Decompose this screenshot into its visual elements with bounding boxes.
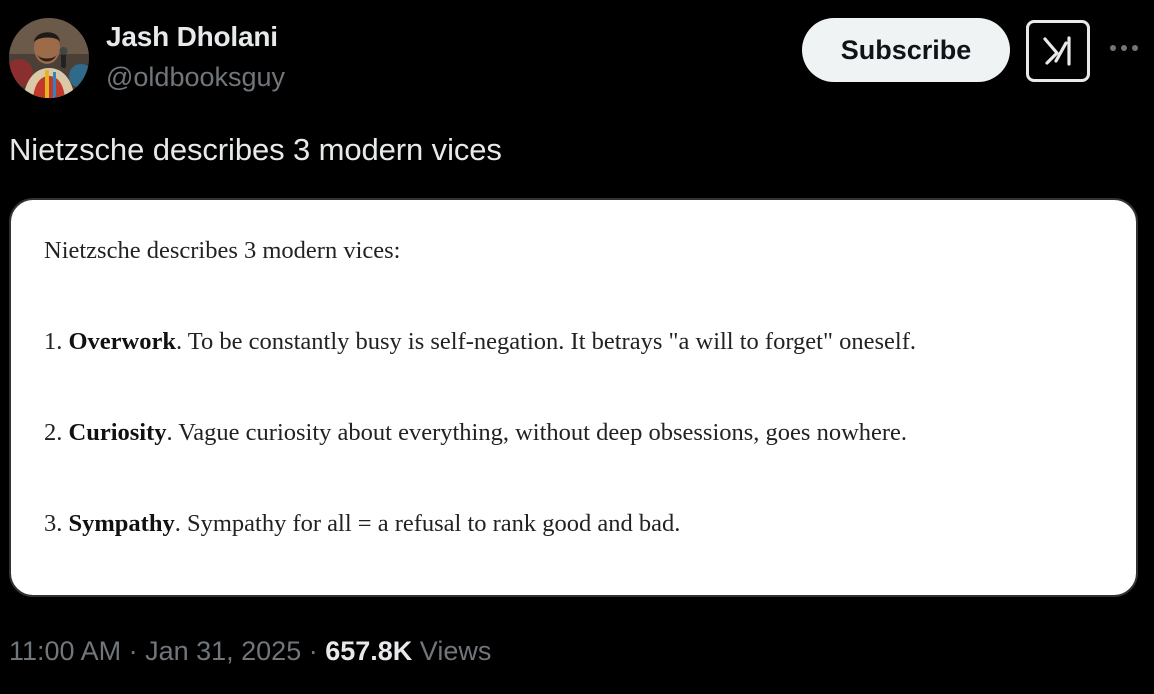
vice-description: . Vague curiosity about everything, with… [166,419,908,446]
vice-term: Sympathy [68,510,175,537]
subscribe-button[interactable]: Subscribe [802,18,1010,82]
image-intro-text: Nietzsche describes 3 modern vices: [44,237,401,264]
vice-item-sympathy: 3. Sympathy. Sympathy for all = a refusa… [44,510,680,538]
vice-term: Overwork [68,328,177,355]
vice-number: 2. [44,419,63,446]
views-count[interactable]: 657.8K [325,636,412,666]
vice-term: Curiosity [68,419,167,446]
meta-separator: · [121,636,146,666]
vice-number: 3. [44,510,63,537]
meta-separator: · [301,636,326,666]
vice-description: . Sympathy for all = a refusal to rank g… [174,510,681,537]
tweet-image[interactable]: Nietzsche describes 3 modern vices: 1. O… [9,198,1138,597]
author-handle[interactable]: @oldbooksguy [106,62,285,93]
views-label: Views [412,636,492,666]
vice-description: . To be constantly busy is self-negation… [176,328,916,355]
vice-number: 1. [44,328,63,355]
avatar[interactable] [9,18,89,98]
tweet-date[interactable]: Jan 31, 2025 [145,636,301,666]
grok-icon [1043,36,1071,66]
vice-item-overwork: 1. Overwork. To be constantly busy is se… [44,328,916,356]
more-icon [1110,45,1138,51]
tweet-text: Nietzsche describes 3 modern vices [9,132,502,167]
tweet-time[interactable]: 11:00 AM [9,636,121,666]
vice-item-curiosity: 2. Curiosity. Vague curiosity about ever… [44,419,907,447]
avatar-image [9,18,89,98]
grok-button[interactable] [1026,20,1090,82]
tweet-metadata: 11:00 AM · Jan 31, 2025 · 657.8K Views [9,636,491,667]
more-button[interactable] [1104,30,1144,66]
tweet-header: Jash Dholani @oldbooksguy Subscribe [0,0,1154,110]
author-name[interactable]: Jash Dholani [106,21,278,53]
